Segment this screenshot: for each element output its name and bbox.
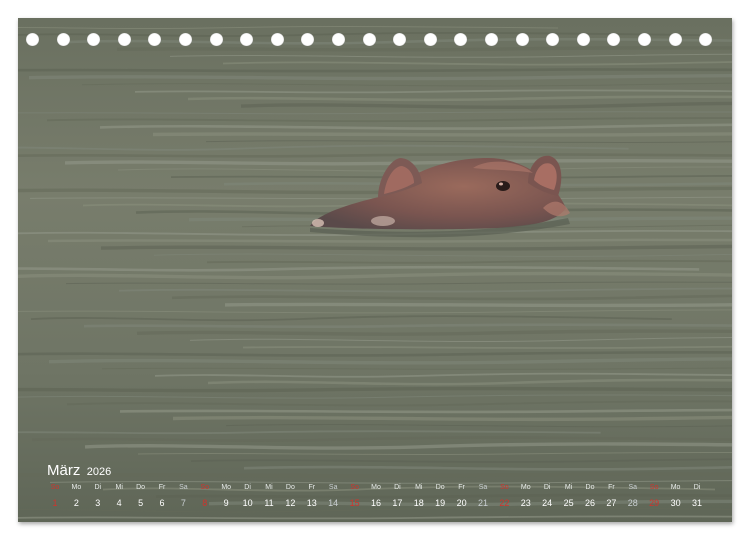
- calendar-day: 13: [306, 498, 317, 508]
- binding-hole: [56, 33, 70, 46]
- binding-hole: [332, 33, 345, 46]
- calendar-day: 2: [73, 498, 79, 508]
- binding-hole: [668, 33, 682, 46]
- binding-hole: [301, 33, 315, 46]
- calendar-day: 10: [242, 498, 253, 508]
- binding-hole: [209, 33, 223, 46]
- calendar-day: 15: [349, 498, 360, 508]
- calendar-weekday-label: Fr: [158, 484, 166, 491]
- binding-hole: [576, 33, 590, 46]
- binding-hole: [362, 33, 376, 46]
- calendar-weekday-label: Do: [585, 484, 595, 491]
- calendar-weekday-label: Fr: [308, 484, 316, 491]
- calendar-day: 12: [285, 498, 296, 508]
- calendar-weekday-label: Fr: [608, 484, 615, 491]
- calendar-day: 5: [138, 498, 144, 508]
- binding-hole: [240, 33, 254, 46]
- calendar-weekday-label: Do: [136, 484, 146, 491]
- hippo-photo: [18, 18, 732, 522]
- calendar-day: 29: [649, 498, 660, 508]
- calendar-weekday-label: Mo: [371, 484, 381, 491]
- calendar-day: 23: [520, 498, 531, 508]
- binding-hole: [515, 33, 529, 46]
- calendar-weekday-label: So: [50, 484, 60, 491]
- spiral-binding-holes: [18, 30, 732, 50]
- calendar-weekday-label: Mo: [520, 484, 531, 491]
- calendar-weekday-label: So: [500, 484, 509, 491]
- calendar-weekday-label: Di: [543, 484, 551, 491]
- calendar-weekday-label: Fr: [458, 484, 465, 491]
- calendar-day: 4: [116, 498, 122, 508]
- binding-hole: [638, 33, 651, 46]
- calendar-weekday-label: Di: [394, 484, 401, 491]
- calendar-weekday-label: Mi: [415, 484, 423, 491]
- calendar-weekday-label: So: [649, 484, 659, 491]
- calendar-day: 9: [223, 498, 229, 508]
- calendar-day: 18: [413, 498, 424, 508]
- calendar-weekday-label: Mo: [71, 484, 82, 491]
- water-ripple: [152, 132, 732, 137]
- calendar-day: 28: [627, 498, 638, 508]
- calendar-day: 14: [328, 498, 339, 508]
- calendar-day: 20: [456, 498, 467, 508]
- calendar-day: 19: [435, 498, 446, 508]
- binding-hole: [423, 33, 437, 46]
- calendar-day: 27: [606, 498, 617, 508]
- binding-hole: [117, 33, 131, 46]
- calendar-day: 24: [542, 498, 553, 508]
- calendar-day: 31: [691, 498, 702, 508]
- calendar-weekday-label: So: [200, 484, 210, 491]
- binding-hole: [179, 33, 192, 46]
- calendar-weekday-label: Do: [435, 484, 445, 491]
- binding-hole: [607, 33, 621, 46]
- calendar-day: 11: [264, 498, 274, 508]
- water-ripple: [18, 386, 732, 393]
- calendar-weekday-label: Sa: [328, 484, 338, 491]
- calendar-grid: So 1 Mo 2 Di 3 Mi 4 Do 5 Fr 6 Sa 7 So 8 Mo 9 Di 10 Mi 11 Do 12 F…: [44, 484, 707, 514]
- calendar-day: 6: [159, 498, 165, 508]
- binding-hole: [699, 33, 713, 46]
- calendar-weekday-label: Sa: [478, 484, 488, 491]
- calendar-day: 7: [180, 498, 186, 508]
- binding-hole: [454, 33, 468, 46]
- calendar-day: 26: [584, 498, 595, 508]
- calendar-weekday-label: Mo: [670, 484, 681, 491]
- binding-hole: [270, 33, 284, 46]
- calendar-weekday-label: Di: [693, 484, 701, 491]
- binding-hole: [26, 33, 39, 46]
- binding-hole: [148, 33, 162, 46]
- calendar-weekday-label: So: [350, 484, 359, 491]
- calendar-weekday-label: Sa: [628, 484, 638, 491]
- calendar-weekday-label: Mi: [564, 484, 573, 491]
- month-title: März 2026: [47, 462, 111, 480]
- calendar-day: 30: [670, 498, 681, 508]
- calendar-day: 8: [202, 498, 208, 508]
- binding-hole: [485, 33, 498, 46]
- calendar-weekday-label: Do: [285, 484, 295, 491]
- calendar-weekday-label: Mo: [221, 484, 232, 491]
- calendar-weekday-label: Di: [94, 484, 102, 491]
- binding-hole: [393, 33, 407, 46]
- water-ripple: [224, 302, 732, 308]
- calendar-day: 21: [477, 498, 488, 508]
- calendar-day: 25: [563, 498, 574, 508]
- calendar-weekday-label: Mi: [265, 484, 273, 491]
- binding-hole: [87, 33, 101, 46]
- calendar-day: 22: [499, 498, 510, 508]
- calendar-day: 16: [370, 498, 381, 508]
- calendar-day: 1: [52, 498, 58, 508]
- water-scene: [18, 18, 732, 522]
- month-name: März: [47, 462, 81, 479]
- binding-hole: [546, 33, 560, 46]
- calendar-weekday-label: Mi: [115, 484, 123, 491]
- water-ripple: [18, 472, 732, 478]
- calendar-day: 3: [95, 498, 101, 508]
- calendar-weekday-label: Di: [244, 484, 251, 491]
- water-ripple: [18, 153, 732, 158]
- month-year: 2026: [86, 466, 112, 478]
- calendar-day: 17: [392, 498, 403, 508]
- calendar-weekday-label: Sa: [179, 484, 188, 491]
